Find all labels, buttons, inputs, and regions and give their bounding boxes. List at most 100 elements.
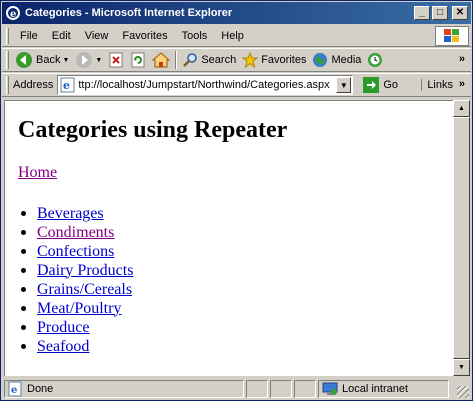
ie-logo-icon: e xyxy=(6,6,20,20)
list-item: Produce xyxy=(18,318,133,337)
toolbar-separator xyxy=(175,51,178,69)
links-label[interactable]: Links xyxy=(421,79,453,91)
back-label: Back xyxy=(36,54,61,66)
bullet-icon xyxy=(21,325,26,330)
bullet-icon xyxy=(21,344,26,349)
category-link-confections[interactable]: Confections xyxy=(37,243,114,261)
toolbar-grip[interactable] xyxy=(6,51,9,69)
page-content: Categories using Repeater Home Beverages… xyxy=(4,100,453,376)
bullet-icon xyxy=(21,268,26,273)
category-list: Beverages Condiments Confections Dairy P… xyxy=(18,204,133,356)
refresh-icon xyxy=(131,52,145,68)
forward-arrow-icon xyxy=(76,52,93,68)
address-url[interactable]: ttp://localhost/Jumpstart/Northwind/Cate… xyxy=(78,79,336,91)
status-main-pane: e Done xyxy=(4,380,244,398)
forward-dropdown-icon[interactable]: ▼ xyxy=(95,57,102,64)
category-link-seafood[interactable]: Seafood xyxy=(37,338,89,356)
category-link-meat-poultry[interactable]: Meat/Poultry xyxy=(37,300,121,318)
title-bar[interactable]: e Categories - Microsoft Internet Explor… xyxy=(2,2,471,24)
back-button[interactable]: Back ▼ xyxy=(12,49,72,71)
svg-text:e: e xyxy=(10,9,16,20)
home-link[interactable]: Home xyxy=(18,164,57,182)
svg-text:e: e xyxy=(63,79,70,92)
scroll-down-icon[interactable]: ▼ xyxy=(453,359,470,376)
refresh-button[interactable] xyxy=(127,49,149,71)
list-item: Beverages xyxy=(18,204,133,223)
category-link-produce[interactable]: Produce xyxy=(37,319,89,337)
forward-button[interactable]: ▼ xyxy=(72,49,105,71)
list-item: Seafood xyxy=(18,337,133,356)
page-done-icon: e xyxy=(8,381,22,397)
category-link-grains-cereals[interactable]: Grains/Cereals xyxy=(37,281,132,299)
status-text: Done xyxy=(27,383,54,395)
menu-edit[interactable]: Edit xyxy=(45,30,78,42)
go-label: Go xyxy=(383,79,399,91)
status-pane xyxy=(270,380,292,398)
resize-grip[interactable] xyxy=(457,386,469,398)
menu-view[interactable]: View xyxy=(78,30,116,42)
list-item: Dairy Products xyxy=(18,261,133,280)
maximize-button[interactable]: □ xyxy=(432,6,448,20)
search-button[interactable]: Search xyxy=(179,49,239,71)
search-icon xyxy=(183,53,198,67)
home-icon xyxy=(152,52,171,68)
close-button[interactable]: ✕ xyxy=(452,6,468,20)
list-item: Confections xyxy=(18,242,133,261)
favorites-label: Favorites xyxy=(261,54,307,66)
stop-icon xyxy=(109,52,123,68)
list-item: Grains/Cereals xyxy=(18,280,133,299)
media-button[interactable]: Media xyxy=(309,49,364,71)
toolbar-chevron-icon[interactable]: » xyxy=(459,53,465,65)
back-dropdown-icon[interactable]: ▼ xyxy=(62,57,69,64)
status-bar: e Done Local intranet xyxy=(2,378,471,400)
status-pane xyxy=(294,380,316,398)
menu-tools[interactable]: Tools xyxy=(175,30,215,42)
address-label: Address xyxy=(13,79,54,91)
list-item: Meat/Poultry xyxy=(18,299,133,318)
address-grip[interactable] xyxy=(6,76,9,94)
menu-grip[interactable] xyxy=(6,27,9,44)
links-chevron-icon[interactable]: » xyxy=(459,78,465,90)
category-link-condiments[interactable]: Condiments xyxy=(37,224,114,242)
category-link-dairy-products[interactable]: Dairy Products xyxy=(37,262,133,280)
page-heading: Categories using Repeater xyxy=(18,117,288,143)
status-pane xyxy=(246,380,268,398)
go-arrow-icon xyxy=(363,77,380,93)
address-field[interactable]: e ttp://localhost/Jumpstart/Northwind/Ca… xyxy=(57,75,354,95)
status-zone-pane: Local intranet xyxy=(318,380,449,398)
page-ie-icon: e xyxy=(60,77,75,93)
bullet-icon xyxy=(21,249,26,254)
history-button[interactable] xyxy=(364,49,386,71)
menu-bar: File Edit View Favorites Tools Help xyxy=(2,25,471,47)
media-globe-icon xyxy=(313,53,328,67)
scroll-thumb[interactable] xyxy=(453,117,470,359)
address-bar: Address e ttp://localhost/Jumpstart/Nort… xyxy=(2,73,471,97)
go-button[interactable]: Go xyxy=(359,77,402,93)
media-label: Media xyxy=(331,54,362,66)
history-icon xyxy=(368,53,383,67)
category-link-beverages[interactable]: Beverages xyxy=(37,205,104,223)
bullet-icon xyxy=(21,230,26,235)
vertical-scrollbar[interactable]: ▲ ▼ xyxy=(453,100,470,376)
browser-window: e Categories - Microsoft Internet Explor… xyxy=(0,0,473,401)
back-arrow-icon xyxy=(16,52,32,68)
zone-text: Local intranet xyxy=(342,383,409,395)
stop-button[interactable] xyxy=(105,49,127,71)
standard-toolbar: Back ▼ ▼ Search Favorites Media » xyxy=(2,48,471,72)
menu-favorites[interactable]: Favorites xyxy=(115,30,174,42)
windows-flag-icon xyxy=(435,26,469,46)
scroll-up-icon[interactable]: ▲ xyxy=(453,100,470,117)
bullet-icon xyxy=(21,306,26,311)
search-label: Search xyxy=(201,54,237,66)
menu-help[interactable]: Help xyxy=(214,30,251,42)
menu-file[interactable]: File xyxy=(13,30,45,42)
svg-text:e: e xyxy=(11,385,17,396)
address-dropdown-icon[interactable]: ▼ xyxy=(336,77,352,93)
bullet-icon xyxy=(21,287,26,292)
window-title: Categories - Microsoft Internet Explorer xyxy=(25,7,233,19)
star-icon xyxy=(242,52,259,68)
minimize-button[interactable]: _ xyxy=(414,6,430,20)
home-button[interactable] xyxy=(149,49,173,71)
favorites-button[interactable]: Favorites xyxy=(239,49,309,71)
bullet-icon xyxy=(21,211,26,216)
